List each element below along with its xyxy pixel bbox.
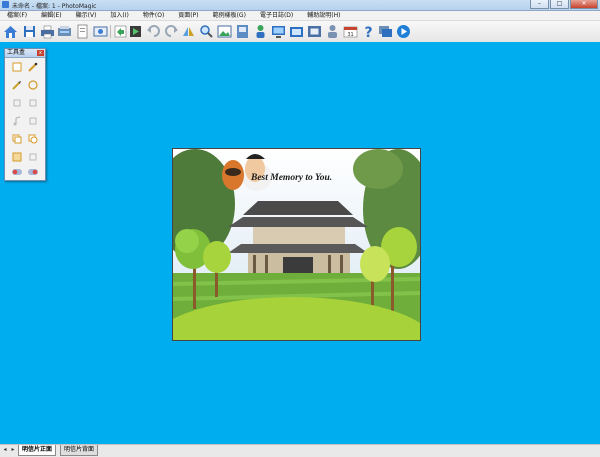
menu-page[interactable]: 頁面(P) [171, 11, 205, 20]
menu-help[interactable]: 輔助說明(H) [300, 11, 347, 20]
flip-icon[interactable] [181, 24, 196, 39]
photo-icon[interactable] [217, 24, 232, 39]
new-page-icon[interactable] [12, 62, 22, 72]
monitor-icon[interactable] [271, 24, 286, 39]
view-icon[interactable] [93, 24, 108, 39]
window-controls: – □ ✕ [530, 0, 598, 9]
menu-edit[interactable]: 編輯(E) [34, 11, 68, 20]
tab-postcard-back[interactable]: 明信片背面 [60, 445, 99, 456]
menu-file[interactable]: 檔案(F) [0, 11, 34, 20]
resize-icon[interactable] [28, 116, 38, 126]
help-icon[interactable]: ? [361, 24, 376, 39]
next-page-button[interactable]: ▸ [10, 446, 16, 454]
window-title: 未命名 - 檔案: 1 - PhotoMagic [12, 3, 97, 10]
toolbox-close-button[interactable]: x [37, 50, 44, 56]
svg-text:?: ? [364, 25, 372, 39]
upload-icon[interactable] [325, 24, 340, 39]
frame-tool-icon[interactable] [12, 152, 22, 162]
menu-view[interactable]: 顯示(V) [69, 11, 104, 20]
prev-page-button[interactable]: ◂ [2, 446, 8, 454]
minimize-button[interactable]: – [530, 0, 549, 9]
print-preview-icon[interactable] [75, 24, 90, 39]
crop-icon[interactable] [12, 98, 22, 108]
main-toolbar: 31 ? [0, 21, 600, 43]
print-icon[interactable] [40, 24, 55, 39]
title-bar: 未命名 - 檔案: 1 - PhotoMagic – □ ✕ [0, 0, 600, 11]
menu-bar: 檔案(F) 編輯(E) 顯示(V) 加入(I) 物件(O) 頁面(P) 範例樣板… [0, 11, 600, 21]
menu-templates[interactable]: 範例樣板(G) [206, 11, 253, 20]
music-icon[interactable] [12, 116, 22, 126]
redo-icon[interactable] [164, 24, 179, 39]
scan-icon[interactable] [57, 24, 72, 39]
circle-icon[interactable] [28, 80, 38, 90]
toolbox-panel: 工具盒 x [4, 48, 46, 181]
svg-text:31: 31 [347, 32, 353, 38]
play-icon[interactable] [396, 24, 411, 39]
frame-icon[interactable] [307, 24, 322, 39]
screen-icon[interactable] [378, 24, 393, 39]
toggle-icon[interactable] [12, 167, 22, 177]
postcard-canvas[interactable]: Best Memory to You. [172, 148, 421, 341]
postcard-caption[interactable]: Best Memory to You. [250, 173, 332, 183]
copy-icon[interactable] [12, 134, 22, 144]
export-icon[interactable] [128, 24, 143, 39]
pen-icon[interactable] [28, 62, 38, 72]
gallery-icon[interactable] [289, 24, 304, 39]
brush-icon[interactable] [12, 80, 22, 90]
app-icon [2, 1, 9, 8]
save-icon[interactable] [22, 24, 37, 39]
layer-icon[interactable] [28, 134, 38, 144]
toolbox-title: 工具盒 [7, 49, 26, 56]
menu-insert[interactable]: 加入(I) [103, 11, 135, 20]
undo-icon[interactable] [146, 24, 161, 39]
menu-object[interactable]: 物件(O) [136, 11, 171, 20]
color-icon[interactable] [28, 167, 38, 177]
page-tab-bar: ◂ ▸ 明信片正面 明信片背面 [0, 444, 600, 457]
zoom-icon[interactable] [199, 24, 214, 39]
import-icon[interactable] [113, 24, 128, 39]
postcard-photo[interactable]: Best Memory to You. [173, 149, 420, 340]
maximize-button[interactable]: □ [550, 0, 569, 9]
toolbox-header[interactable]: 工具盒 x [5, 49, 45, 58]
tab-postcard-front[interactable]: 明信片正面 [18, 445, 57, 456]
user-icon[interactable]: 31 [343, 24, 358, 39]
person-icon[interactable] [253, 24, 268, 39]
align-icon[interactable] [28, 98, 38, 108]
home-icon[interactable] [3, 24, 18, 39]
album-icon[interactable] [235, 24, 250, 39]
close-button[interactable]: ✕ [570, 0, 598, 9]
menu-journal[interactable]: 電子日誌(D) [253, 11, 300, 20]
grid-icon[interactable] [28, 152, 38, 162]
